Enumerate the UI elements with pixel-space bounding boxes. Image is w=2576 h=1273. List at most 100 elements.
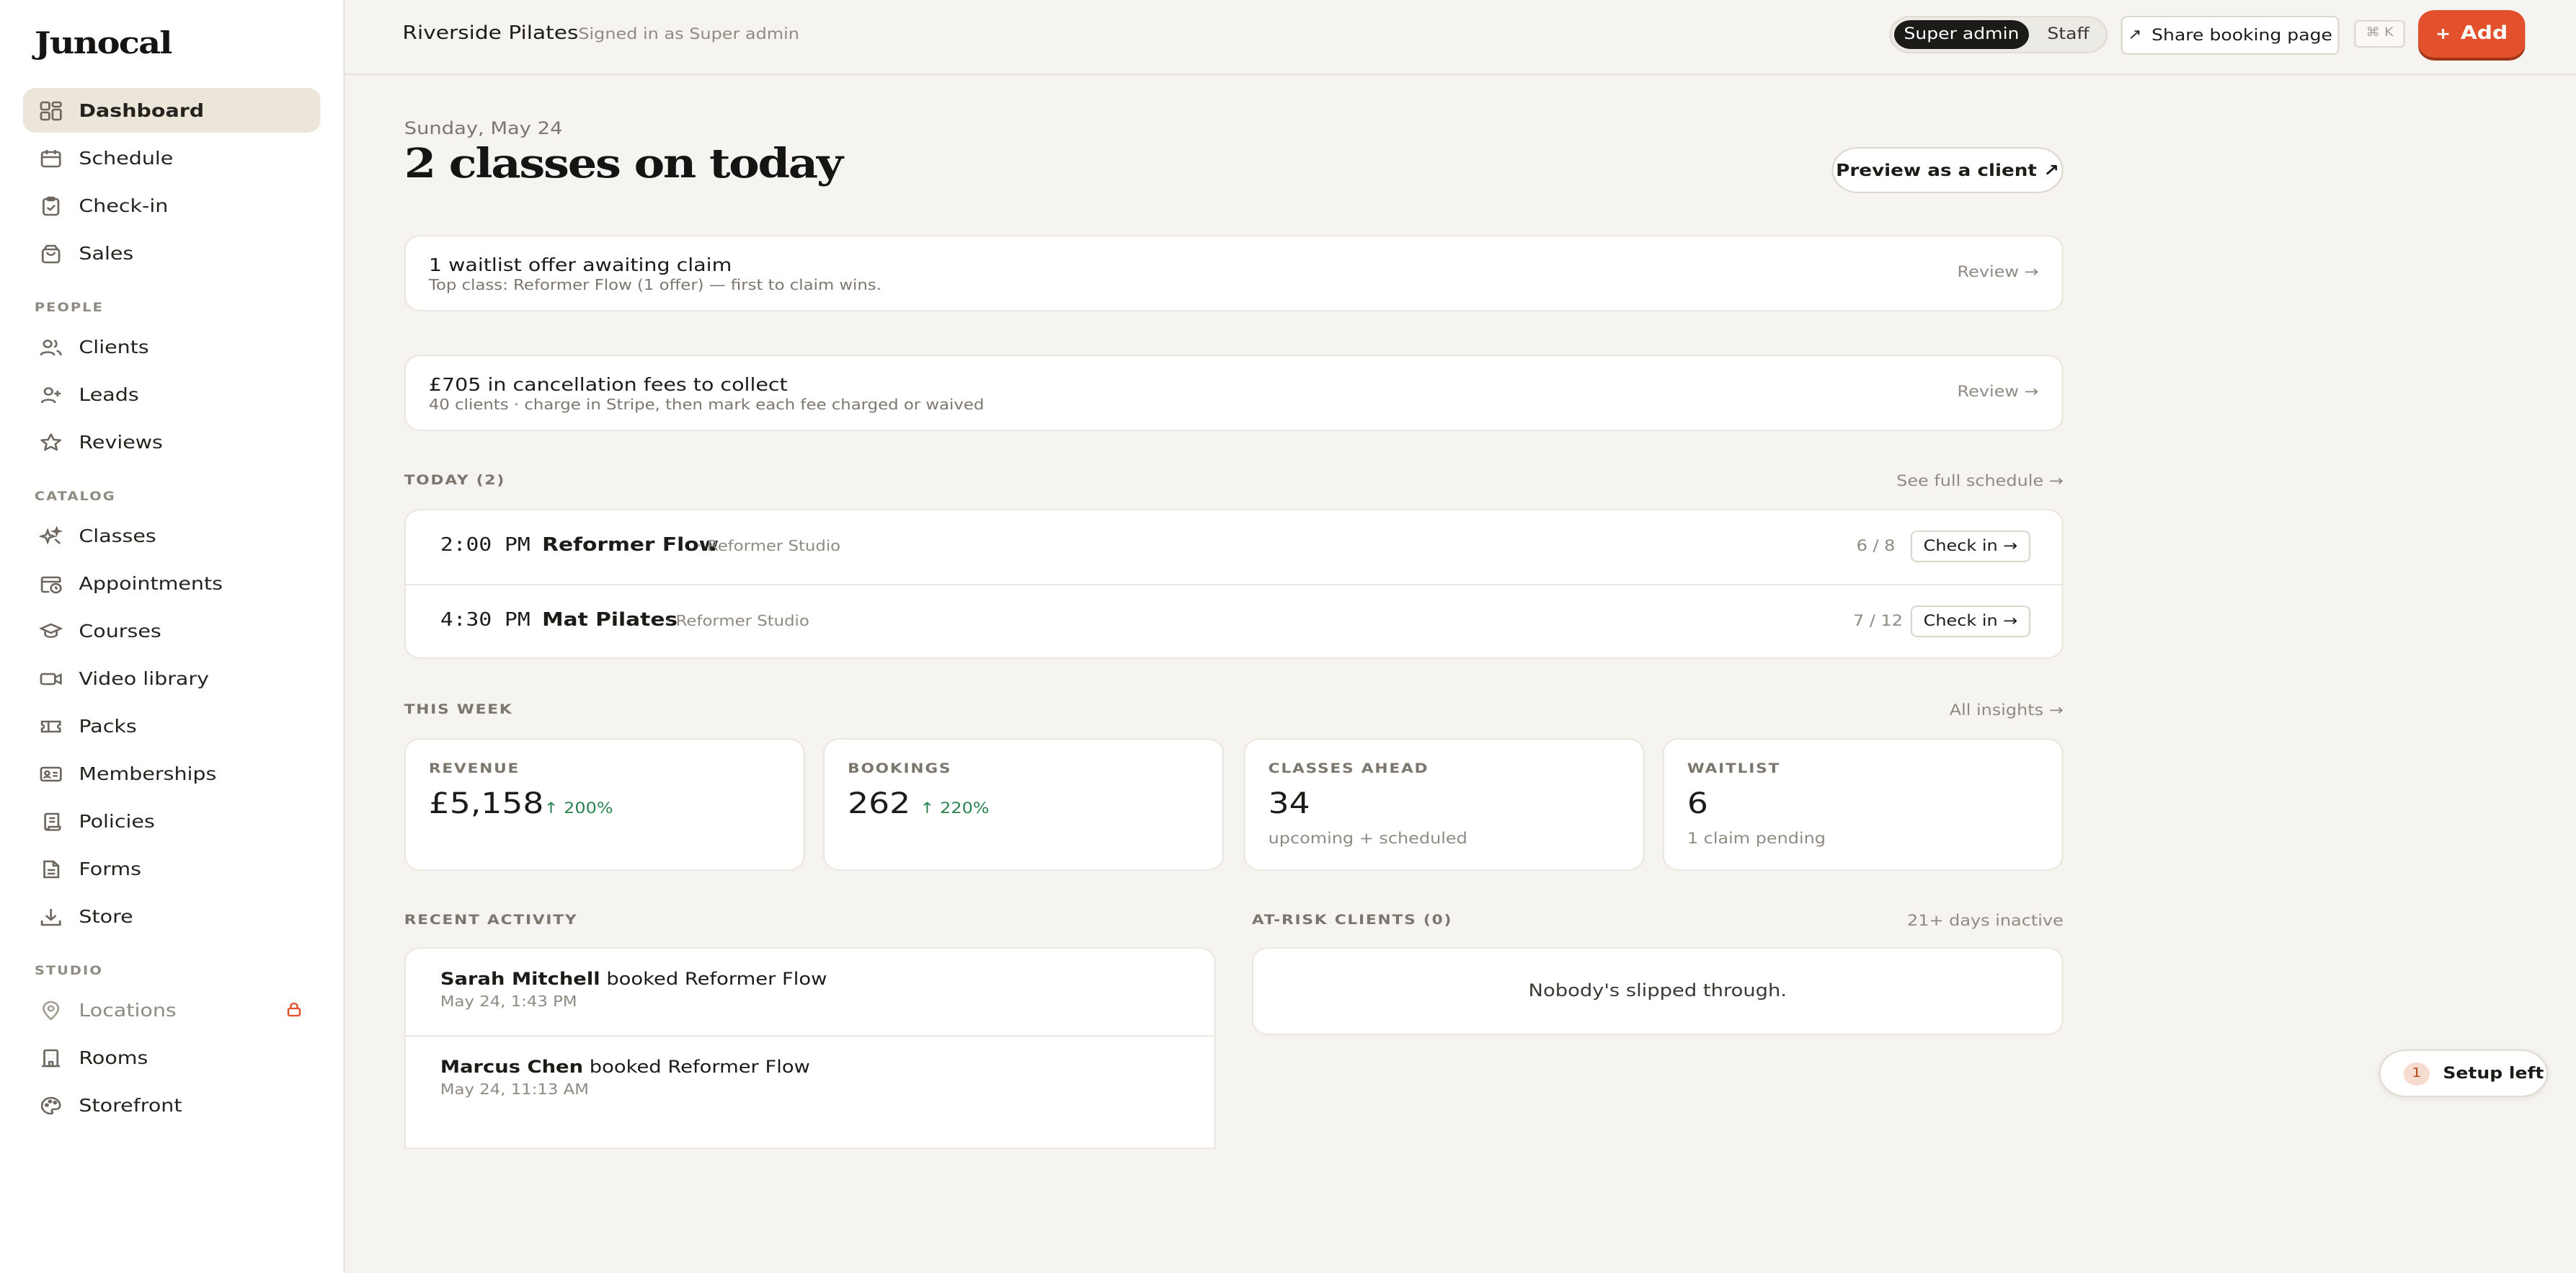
add-label: Add — [2460, 23, 2508, 45]
current-date: Sunday, May 24 — [404, 118, 563, 138]
class-row[interactable]: 2:00 PM Reformer Flow · Reformer Studio … — [405, 510, 2062, 585]
class-name: Reformer Flow — [542, 535, 719, 556]
calendar-icon — [40, 148, 63, 168]
sidebar-item-label: Clients — [79, 336, 149, 358]
bookings-stat-card[interactable]: BOOKINGS 262 ↑ 220% — [822, 738, 1225, 871]
review-link[interactable]: Review → — [1958, 264, 2039, 281]
sidebar-item-storefront[interactable]: Storefront — [23, 1083, 321, 1127]
sidebar-item-schedule[interactable]: Schedule — [23, 136, 321, 180]
sidebar-item-rooms[interactable]: Rooms — [23, 1035, 321, 1080]
sidebar-item-packs[interactable]: Packs — [23, 704, 321, 748]
page-title: 2 classes on today — [404, 140, 843, 187]
all-insights-link[interactable]: All insights → — [1950, 702, 2064, 719]
stat-delta: ↑ 200% — [543, 800, 613, 817]
role-staff-button[interactable]: Staff — [2032, 20, 2104, 49]
class-location: · Reformer Studio — [665, 614, 809, 630]
alert-title: 1 waitlist offer awaiting claim — [428, 254, 732, 275]
stat-value: 34 — [1268, 786, 1310, 820]
sidebar-item-label: Schedule — [79, 147, 174, 169]
section-heading-catalog: CATALOG — [34, 490, 116, 505]
stat-value: 6 — [1687, 786, 1708, 820]
users-icon — [40, 337, 63, 357]
role-super-admin-button[interactable]: Super admin — [1894, 20, 2029, 49]
preview-as-client-button[interactable]: Preview as a client ↗ — [1831, 147, 2064, 193]
sidebar-item-label: Memberships — [79, 763, 217, 784]
alert-subtitle: Top class: Reformer Flow (1 offer) — fir… — [428, 278, 881, 294]
class-time: 4:30 PM — [440, 610, 530, 631]
activity-action: booked Reformer Flow — [600, 969, 827, 989]
add-button[interactable]: + Add — [2418, 10, 2526, 58]
stat-value: 262 — [848, 786, 911, 820]
sidebar-item-classes[interactable]: Classes — [23, 513, 321, 558]
sidebar-item-label: Appointments — [79, 572, 223, 594]
sidebar-item-memberships[interactable]: Memberships — [23, 751, 321, 796]
ticket-icon — [40, 716, 63, 736]
user-plus-icon — [40, 384, 63, 404]
this-week-label: THIS WEEK — [404, 702, 513, 718]
plus-icon: + — [2435, 25, 2451, 43]
share-label: Share booking page — [2151, 26, 2332, 45]
command-palette-shortcut[interactable]: ⌘ K — [2354, 20, 2405, 48]
sidebar-item-store[interactable]: Store — [23, 894, 321, 939]
sidebar-item-forms[interactable]: Forms — [23, 846, 321, 891]
sidebar-item-label: Classes — [79, 525, 156, 546]
this-week-header: THIS WEEK All insights → — [404, 702, 2064, 722]
section-heading-people: PEOPLE — [34, 301, 104, 316]
stat-subtext: 1 claim pending — [1687, 830, 1826, 848]
stat-label: REVENUE — [428, 761, 520, 777]
download-icon — [40, 906, 63, 926]
recent-activity-header: RECENT ACTIVITY — [404, 913, 1216, 933]
activity-client-name: Sarah Mitchell — [440, 969, 600, 989]
clipboard-check-icon — [40, 195, 63, 216]
stat-delta: ↑ 220% — [920, 800, 989, 817]
activity-client-name: Marcus Chen — [440, 1057, 584, 1077]
at-risk-label: AT-RISK CLIENTS (0) — [1251, 913, 1453, 928]
palette-icon — [40, 1095, 63, 1115]
building-icon — [40, 1047, 63, 1068]
setup-left-button[interactable]: 1 Setup left — [2379, 1050, 2549, 1097]
at-risk-clients-card: Nobody's slipped through. — [1251, 947, 2064, 1035]
waitlist-alert-card[interactable]: 1 waitlist offer awaiting claim Top clas… — [404, 235, 2064, 311]
class-time: 2:00 PM — [440, 535, 530, 556]
sidebar-item-check-in[interactable]: Check-in — [23, 183, 321, 228]
sidebar-item-video-library[interactable]: Video library — [23, 656, 321, 701]
sidebar-item-policies[interactable]: Policies — [23, 799, 321, 843]
sidebar-item-locations[interactable]: Locations — [23, 988, 321, 1032]
share-booking-page-button[interactable]: ↗ Share booking page — [2120, 16, 2340, 55]
dashboard-icon — [40, 100, 63, 120]
check-in-button[interactable]: Check in → — [1910, 606, 2031, 637]
sidebar: Junocal Dashboard Schedule Check-in Sale… — [0, 0, 345, 1273]
top-bar: Riverside Pilates Signed in as Super adm… — [345, 0, 2576, 75]
id-card-icon — [40, 763, 63, 784]
stat-label: WAITLIST — [1687, 761, 1781, 777]
signed-in-text: Signed in as Super admin — [578, 26, 799, 43]
sidebar-item-dashboard[interactable]: Dashboard — [22, 88, 321, 133]
today-label: TODAY (2) — [404, 473, 506, 489]
activity-time: May 24, 11:13 AM — [440, 1083, 589, 1099]
recent-activity-list: Sarah Mitchell booked Reformer Flow May … — [404, 947, 1216, 1149]
sidebar-item-leads[interactable]: Leads — [23, 372, 321, 417]
junocal-logo[interactable]: Junocal — [35, 25, 173, 61]
role-toggle: Super admin Staff — [1889, 16, 2108, 53]
revenue-stat-card[interactable]: REVENUE £5,158 ↑ 200% — [404, 738, 805, 871]
sidebar-item-label: Sales — [79, 242, 134, 264]
sidebar-item-appointments[interactable]: Appointments — [23, 561, 321, 606]
activity-text: Marcus Chen booked Reformer Flow — [440, 1057, 810, 1077]
activity-action: booked Reformer Flow — [583, 1057, 810, 1077]
sidebar-item-courses[interactable]: Courses — [23, 608, 321, 653]
activity-item[interactable]: Sarah Mitchell booked Reformer Flow May … — [405, 949, 1214, 1037]
cancellation-fees-alert-card[interactable]: £705 in cancellation fees to collect 40 … — [404, 355, 2064, 431]
check-in-button[interactable]: Check in → — [1910, 531, 2031, 562]
class-row[interactable]: 4:30 PM Mat Pilates · Reformer Studio 7 … — [406, 585, 2062, 659]
sidebar-item-reviews[interactable]: Reviews — [23, 420, 321, 464]
stat-delta-value: 200% — [564, 800, 613, 817]
graduation-cap-icon — [39, 621, 63, 641]
sidebar-item-clients[interactable]: Clients — [23, 324, 321, 369]
waitlist-stat-card[interactable]: WAITLIST 6 1 claim pending — [1662, 738, 2064, 871]
classes-ahead-stat-card[interactable]: CLASSES AHEAD 34 upcoming + scheduled — [1243, 738, 1645, 871]
sidebar-item-sales[interactable]: Sales — [23, 231, 321, 275]
see-full-schedule-link[interactable]: See full schedule → — [1896, 473, 2064, 490]
activity-item[interactable]: Marcus Chen booked Reformer Flow May 24,… — [406, 1037, 1214, 1123]
review-link[interactable]: Review → — [1958, 383, 2039, 401]
lock-icon — [284, 1001, 303, 1018]
